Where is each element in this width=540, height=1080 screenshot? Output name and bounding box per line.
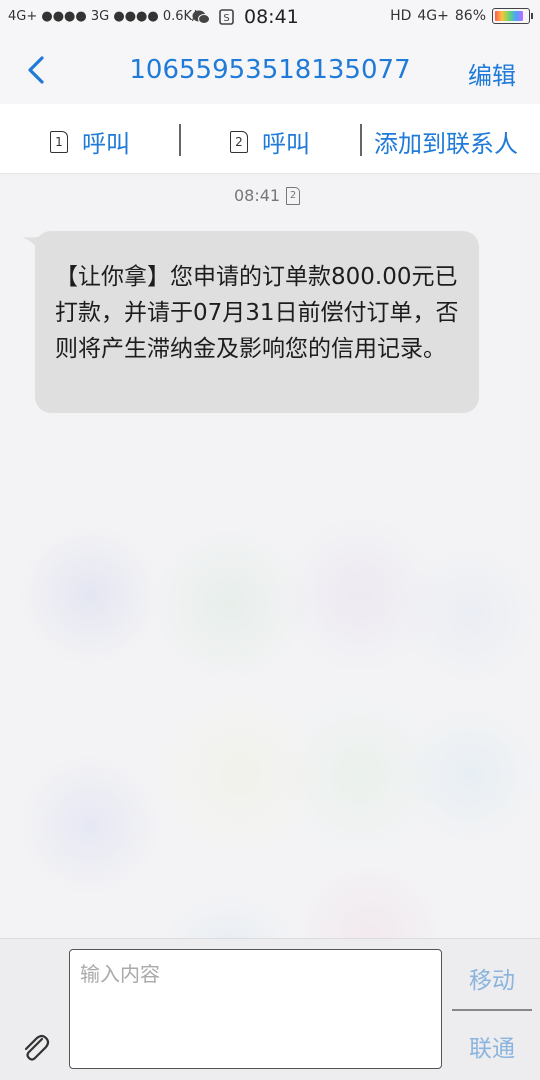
message-timestamp: 08:41 2 (234, 186, 301, 205)
send-divider (452, 1009, 532, 1011)
status-bar: 4G+ ●●●● 3G ●●●● 0.6K/s S 08:41 HD 4G+ 8… (0, 0, 540, 36)
action-divider (179, 124, 181, 156)
status-icons: S (192, 9, 236, 25)
sender-number: 10655953518135077 (129, 55, 411, 85)
signal-info: 4G+ ●●●● 3G ●●●● 0.6K/s (8, 9, 204, 24)
nav-header: 10655953518135077 编辑 (0, 36, 540, 104)
send-sim2-button[interactable]: 联通 (452, 1029, 532, 1063)
wechat-icon (192, 10, 210, 24)
message-bubble[interactable]: 【让你拿】您申请的订单款800.00元已打款，并请于07月31日前偿付订单，否则… (35, 231, 479, 413)
battery-percent: 86% (454, 8, 486, 24)
battery-icon (492, 8, 533, 24)
action-bar: 1 呼叫 2 呼叫 添加到联系人 (0, 104, 540, 174)
call-sim1-button[interactable]: 1 呼叫 (50, 124, 130, 159)
message-text: 【让你拿】您申请的订单款800.00元已打款，并请于07月31日前偿付订单，否则… (55, 264, 459, 362)
send-sim1-button[interactable]: 移动 (452, 961, 532, 995)
edit-button[interactable]: 编辑 (468, 56, 516, 91)
call-sim2-label: 呼叫 (262, 130, 310, 158)
sim2-small-icon: 2 (286, 186, 301, 205)
call-sim2-button[interactable]: 2 呼叫 (230, 124, 310, 159)
add-contact-button[interactable]: 添加到联系人 (374, 124, 518, 159)
hd-label: HD (390, 8, 412, 24)
status-right: HD 4G+ 86% (390, 8, 533, 24)
sim1-icon: 1 (50, 130, 68, 153)
add-contact-label: 添加到联系人 (374, 130, 518, 158)
s-app-icon: S (219, 9, 234, 25)
status-time: 08:41 (244, 6, 299, 28)
message-input[interactable] (69, 949, 442, 1069)
attachment-icon[interactable] (18, 1031, 52, 1065)
svg-text:S: S (223, 13, 229, 24)
action-divider (360, 124, 362, 156)
call-sim1-label: 呼叫 (82, 130, 130, 158)
sim2-icon: 2 (230, 130, 248, 153)
message-time: 08:41 (234, 186, 281, 205)
composer: 移动 联通 (0, 938, 540, 1080)
network-label: 4G+ (417, 8, 449, 24)
